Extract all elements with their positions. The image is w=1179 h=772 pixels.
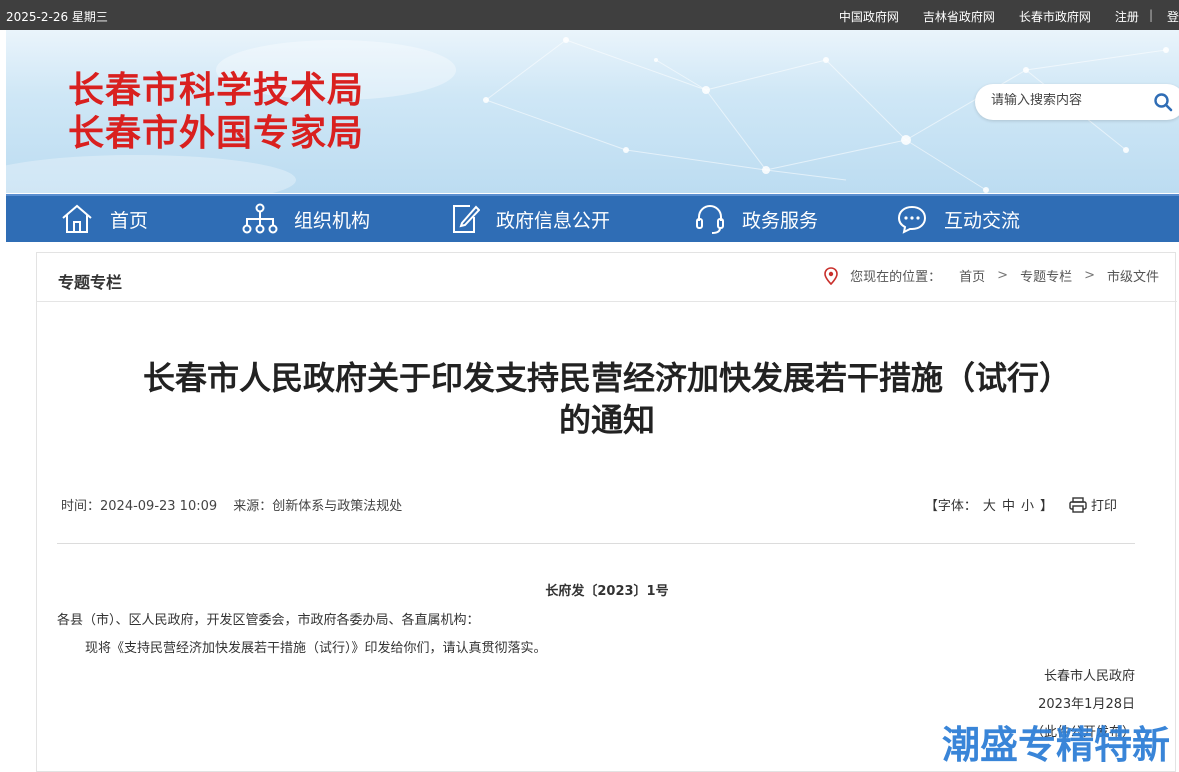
nav-gov-service-label: 政务服务 xyxy=(742,209,819,232)
search-box xyxy=(975,84,1179,120)
nav-interaction[interactable]: 互动交流 xyxy=(896,196,1020,242)
meta-divider xyxy=(57,543,1135,544)
article-title-line2: 的通知 xyxy=(558,401,655,439)
site-logo-title[interactable]: 长春市科学技术局 长春市外国专家局 xyxy=(68,69,364,155)
nav-organization-label: 组织机构 xyxy=(294,209,371,232)
link-china-gov[interactable]: 中国政府网 xyxy=(839,8,899,25)
recipients-line: 各县（市）、区人民政府，开发区管委会，市政府各委办局、各直属机构： xyxy=(57,613,480,628)
register-link[interactable]: 注册 xyxy=(1115,8,1139,25)
breadcrumb: 您现在的位置： 首页 > 专题专栏 > 市级文件 xyxy=(824,266,1159,285)
section-header: 专题专栏 您现在的位置： 首页 > 专题专栏 > 市级文件 xyxy=(37,253,1177,302)
font-size-close: 】 xyxy=(1039,499,1053,514)
article-tools: 【字体： 大 中 小 】 打印 xyxy=(925,495,1117,514)
printer-icon xyxy=(1069,496,1087,513)
location-label: 您现在的位置： xyxy=(850,270,942,285)
breadcrumb-separator: > xyxy=(1084,268,1095,283)
article-source: 来源：创新体系与政策法规处 xyxy=(233,499,403,514)
nav-organization[interactable]: 组织机构 xyxy=(242,196,370,242)
search-input[interactable] xyxy=(991,93,1141,108)
article-meta: 时间：2024-09-23 10:09 来源：创新体系与政策法规处 xyxy=(61,495,408,514)
font-size-medium[interactable]: 中 xyxy=(1002,495,1015,514)
article-title-line1: 长春市人民政府关于印发支持民营经济加快发展若干措施（试行） xyxy=(142,359,1071,397)
nav-interaction-label: 互动交流 xyxy=(944,209,1021,232)
font-size-label: 【字体： xyxy=(924,499,977,514)
body-paragraph: 现将《支持民营经济加快发展若干措施（试行）》印发给你们，请认真贯彻落实。 xyxy=(85,641,547,656)
org-chart-icon xyxy=(242,203,278,234)
breadcrumb-city-docs[interactable]: 市级文件 xyxy=(1107,266,1159,285)
link-jilin-gov[interactable]: 吉林省政府网 xyxy=(923,8,995,25)
current-date: 2025-2-26 星期三 xyxy=(6,10,108,24)
nav-gov-info[interactable]: 政府信息公开 xyxy=(450,196,610,242)
search-icon[interactable] xyxy=(1153,92,1173,112)
headset-icon xyxy=(696,205,724,234)
site-title-line2: 长春市外国专家局 xyxy=(68,113,365,154)
print-label: 打印 xyxy=(1090,499,1117,514)
print-button[interactable]: 打印 xyxy=(1069,495,1117,514)
breadcrumb-special-column[interactable]: 专题专栏 xyxy=(1020,266,1072,285)
section-label: 专题专栏 xyxy=(58,273,123,292)
font-size-large[interactable]: 大 xyxy=(983,495,996,514)
separator: | xyxy=(1148,8,1153,22)
nav-home[interactable]: 首页 xyxy=(60,196,148,242)
site-title-line1: 长春市科学技术局 xyxy=(68,70,365,111)
article-container: 专题专栏 您现在的位置： 首页 > 专题专栏 > 市级文件 长春市人民政府关于印… xyxy=(36,252,1177,772)
nav-gov-service[interactable]: 政务服务 xyxy=(694,196,818,242)
top-links: 中国政府网 吉林省政府网 长春市政府网 注册 | 登 xyxy=(815,8,1179,25)
chat-bubble-icon xyxy=(897,205,927,234)
nav-home-label: 首页 xyxy=(110,209,149,232)
sign-date: 2023年1月28日 xyxy=(1038,697,1135,712)
location-pin-icon xyxy=(824,266,838,285)
breadcrumb-home[interactable]: 首页 xyxy=(959,266,985,285)
font-size-small[interactable]: 小 xyxy=(1021,495,1034,514)
top-bar: 2025-2-26 星期三 中国政府网 吉林省政府网 长春市政府网 注册 | 登 xyxy=(0,0,1179,30)
edit-document-icon xyxy=(453,205,480,233)
breadcrumb-separator: > xyxy=(997,268,1009,283)
home-icon xyxy=(62,204,92,233)
document-number: 长府发〔2023〕1号 xyxy=(545,584,669,599)
publish-time: 时间：2024-09-23 10:09 xyxy=(61,499,218,514)
watermark-text: 潮盛专精特新 xyxy=(942,723,1171,767)
link-changchun-gov[interactable]: 长春市政府网 xyxy=(1019,8,1091,25)
login-link[interactable]: 登 xyxy=(1167,8,1179,25)
signer: 长春市人民政府 xyxy=(1043,669,1135,684)
main-nav: 首页 组织机构 政府信息公开 政务服务 互动交流 xyxy=(6,194,1179,242)
article-title: 长春市人民政府关于印发支持民营经济加快发展若干措施（试行） 的通知 xyxy=(37,357,1177,441)
nav-gov-info-label: 政府信息公开 xyxy=(496,209,611,232)
